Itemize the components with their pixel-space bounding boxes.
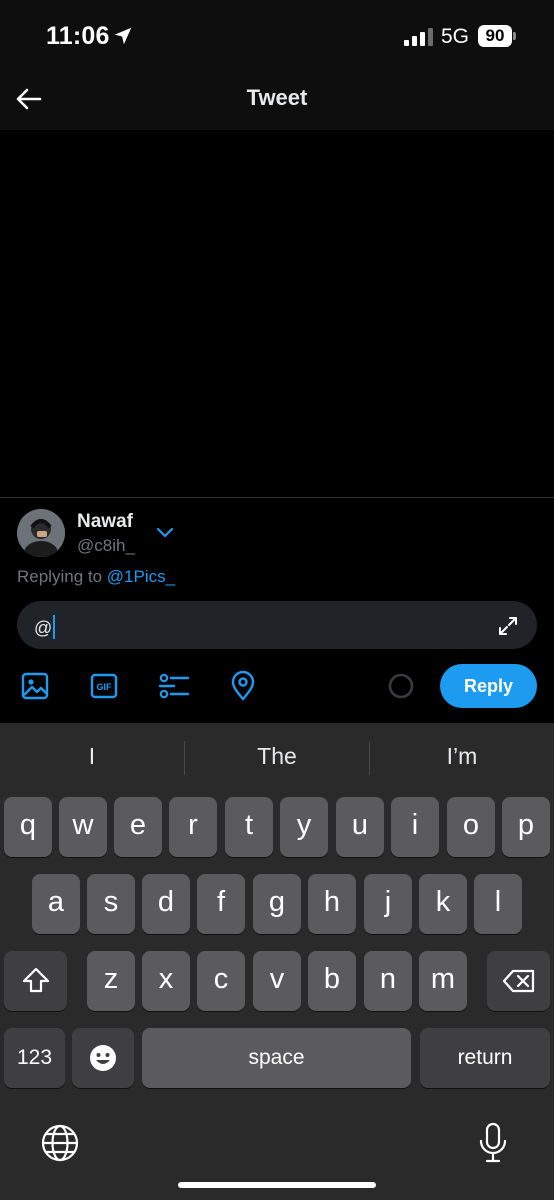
key-m[interactable]: m bbox=[419, 951, 467, 1011]
text-caret bbox=[53, 615, 56, 639]
chevron-down-icon[interactable] bbox=[154, 526, 176, 540]
location-pin-icon[interactable] bbox=[227, 670, 259, 702]
key-q[interactable]: q bbox=[4, 797, 52, 857]
avatar[interactable] bbox=[17, 509, 65, 557]
reply-button[interactable]: Reply bbox=[440, 664, 537, 708]
signal-icon bbox=[404, 28, 433, 46]
suggestion-1[interactable]: I bbox=[0, 743, 184, 770]
keyboard: I The I’m q w e r t y u i o p a s d f g … bbox=[0, 723, 554, 1200]
key-s[interactable]: s bbox=[87, 874, 135, 934]
reply-input-value: @ bbox=[34, 615, 56, 639]
key-n[interactable]: n bbox=[364, 951, 412, 1011]
status-time: 11:06 bbox=[46, 22, 110, 50]
avatar-photo bbox=[17, 509, 65, 557]
space-key[interactable]: space bbox=[142, 1028, 411, 1088]
user-name: Nawaf bbox=[77, 511, 133, 532]
key-k[interactable]: k bbox=[419, 874, 467, 934]
expand-icon[interactable] bbox=[497, 615, 519, 637]
key-u[interactable]: u bbox=[336, 797, 384, 857]
key-y[interactable]: y bbox=[280, 797, 328, 857]
replying-to-label: Replying to @1Pics_ bbox=[17, 567, 175, 587]
home-indicator bbox=[178, 1182, 376, 1188]
battery-level: 90 bbox=[485, 26, 505, 45]
backspace-icon bbox=[502, 969, 534, 993]
key-w[interactable]: w bbox=[59, 797, 107, 857]
reply-composer: Nawaf @c8ih_ Replying to @1Pics_ @ GIF R… bbox=[0, 497, 554, 723]
return-key[interactable]: return bbox=[420, 1028, 550, 1088]
svg-text:GIF: GIF bbox=[97, 682, 113, 692]
key-h[interactable]: h bbox=[308, 874, 356, 934]
top-nav-bar: Tweet bbox=[0, 68, 554, 130]
key-b[interactable]: b bbox=[308, 951, 356, 1011]
key-t[interactable]: t bbox=[225, 797, 273, 857]
replying-handle-link[interactable]: @1Pics_ bbox=[107, 567, 175, 586]
key-l[interactable]: l bbox=[474, 874, 522, 934]
location-arrow-icon bbox=[114, 27, 132, 45]
status-bar: 11:06 5G 90 bbox=[0, 0, 554, 68]
user-handle: @c8ih_ bbox=[77, 536, 135, 555]
shift-icon bbox=[22, 967, 49, 993]
key-p[interactable]: p bbox=[502, 797, 550, 857]
replying-prefix: Replying to bbox=[17, 567, 107, 586]
key-v[interactable]: v bbox=[253, 951, 301, 1011]
suggestion-2[interactable]: The bbox=[185, 743, 369, 770]
emoji-key[interactable] bbox=[72, 1028, 134, 1088]
key-o[interactable]: o bbox=[447, 797, 495, 857]
key-f[interactable]: f bbox=[197, 874, 245, 934]
key-a[interactable]: a bbox=[32, 874, 80, 934]
key-e[interactable]: e bbox=[114, 797, 162, 857]
shift-key[interactable] bbox=[4, 951, 67, 1011]
image-icon[interactable] bbox=[19, 670, 51, 702]
reply-input-text: @ bbox=[34, 618, 53, 638]
network-label: 5G bbox=[441, 25, 470, 48]
key-c[interactable]: c bbox=[197, 951, 245, 1011]
key-r[interactable]: r bbox=[169, 797, 217, 857]
numbers-key[interactable]: 123 bbox=[4, 1028, 65, 1088]
key-j[interactable]: j bbox=[364, 874, 412, 934]
poll-icon[interactable] bbox=[158, 670, 190, 702]
character-count-ring bbox=[388, 673, 414, 699]
page-title: Tweet bbox=[246, 85, 308, 110]
battery-icon: 90 bbox=[478, 25, 516, 47]
key-z[interactable]: z bbox=[87, 951, 135, 1011]
key-x[interactable]: x bbox=[142, 951, 190, 1011]
key-d[interactable]: d bbox=[142, 874, 190, 934]
key-i[interactable]: i bbox=[391, 797, 439, 857]
globe-icon[interactable] bbox=[40, 1123, 80, 1163]
tweet-content-area bbox=[0, 130, 554, 497]
delete-key[interactable] bbox=[487, 951, 550, 1011]
suggestion-3[interactable]: I’m bbox=[370, 743, 554, 770]
microphone-icon[interactable] bbox=[476, 1121, 510, 1165]
gif-icon[interactable]: GIF bbox=[88, 670, 120, 702]
key-g[interactable]: g bbox=[253, 874, 301, 934]
emoji-icon bbox=[90, 1045, 116, 1071]
reply-text-field[interactable]: @ bbox=[17, 601, 537, 649]
